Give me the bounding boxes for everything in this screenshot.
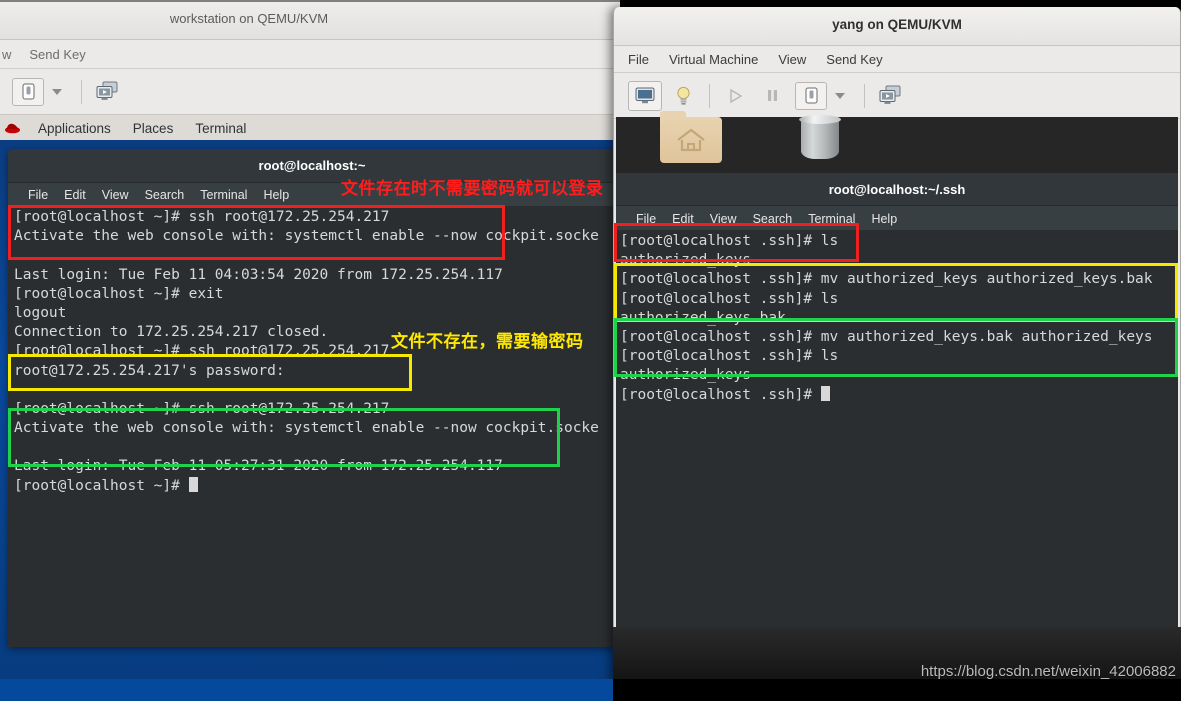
gnome-menu-places[interactable]: Places xyxy=(122,121,185,136)
toolbar-separator xyxy=(864,83,865,108)
menu-item-file[interactable]: File xyxy=(628,52,659,67)
console-toggle-icon[interactable] xyxy=(12,77,44,106)
right-vm-window: yang on QEMU/KVM File Virtual Machine Vi… xyxy=(613,7,1181,694)
lightbulb-icon[interactable] xyxy=(668,83,698,109)
terminal-line: [root@localhost ~]# ssh root@172.25.254.… xyxy=(14,400,390,417)
terminal-prompt-text: [root@localhost ~]# xyxy=(14,477,189,494)
trash-body xyxy=(801,119,839,159)
house-glyph-icon xyxy=(677,128,705,152)
terminal-menu-help[interactable]: Help xyxy=(255,188,297,202)
desktop-icons xyxy=(616,111,1178,177)
terminal-menu-view[interactable]: View xyxy=(702,212,745,226)
terminal-line: Activate the web console with: systemctl… xyxy=(14,420,599,437)
terminal-menu-terminal[interactable]: Terminal xyxy=(192,188,255,202)
play-icon xyxy=(721,83,749,109)
redhat-logo-icon xyxy=(0,121,27,137)
terminal-line: authorized_keys xyxy=(620,367,751,384)
terminal-menu-file[interactable]: File xyxy=(628,212,664,226)
gnome-menu-applications[interactable]: Applications xyxy=(27,121,122,136)
terminal-menu-edit[interactable]: Edit xyxy=(664,212,702,226)
right-terminal-output[interactable]: [root@localhost .ssh]# ls authorized_key… xyxy=(616,230,1178,688)
terminal-line: [root@localhost .ssh]# mv authorized_key… xyxy=(620,328,1153,345)
terminal-prompt-text: [root@localhost .ssh]# xyxy=(620,386,821,403)
terminal-menu-terminal[interactable]: Terminal xyxy=(800,212,863,226)
monitor-icon[interactable] xyxy=(628,80,662,111)
terminal-line: logout xyxy=(14,304,67,321)
menu-item-view-truncated[interactable]: w xyxy=(0,47,20,62)
home-folder-icon[interactable] xyxy=(660,111,722,163)
left-window-title: workstation on QEMU/KVM xyxy=(169,11,329,26)
terminal-prompt-line: [root@localhost .ssh]# xyxy=(620,385,1178,405)
right-window-title: yang on QEMU/KVM xyxy=(832,17,962,32)
terminal-menu-search[interactable]: Search xyxy=(745,212,801,226)
terminal-line: [root@localhost .ssh]# mv authorized_key… xyxy=(620,271,1153,288)
terminal-line: authorized_keys.bak xyxy=(620,309,786,326)
terminal-menu-view[interactable]: View xyxy=(94,188,137,202)
right-window-menubar: File Virtual Machine View Send Key xyxy=(614,46,1180,73)
terminal-menu-search[interactable]: Search xyxy=(137,188,193,202)
left-window-menubar: w Send Key xyxy=(0,40,620,69)
left-vm-window: workstation on QEMU/KVM w Send Key Appli… xyxy=(0,0,620,701)
desktop-bottom-strip xyxy=(0,679,613,701)
terminal-line: [root@localhost ~]# ssh root@172.25.254.… xyxy=(14,209,390,225)
terminal-line: [root@localhost .ssh]# ls xyxy=(620,290,839,307)
menu-item-send-key[interactable]: Send Key xyxy=(20,47,94,62)
right-guest-desktop: root@localhost:~/.ssh File Edit View Sea… xyxy=(616,111,1178,693)
annotation-note-yellow: 文件不存在，需要输密码 xyxy=(391,332,584,352)
terminal-prompt-line: [root@localhost ~]# xyxy=(14,476,616,496)
bottom-black-bar xyxy=(613,679,1181,701)
terminal-cursor xyxy=(820,385,830,401)
terminal-line: authorized_keys xyxy=(620,252,751,269)
toolbar-separator xyxy=(81,79,82,104)
left-terminal-window: root@localhost:~ File Edit View Search T… xyxy=(8,149,616,647)
multi-monitor-icon[interactable] xyxy=(93,79,123,105)
guest-gnome-panel: Applications Places Terminal xyxy=(0,115,620,143)
power-toggle-icon[interactable] xyxy=(795,81,827,110)
terminal-menu-edit[interactable]: Edit xyxy=(56,188,94,202)
left-window-titlebar[interactable]: workstation on QEMU/KVM xyxy=(0,2,620,40)
right-terminal-menubar: File Edit View Search Terminal Help xyxy=(616,206,1178,231)
terminal-line: [root@localhost .ssh]# ls xyxy=(620,233,839,249)
menu-item-virtual-machine[interactable]: Virtual Machine xyxy=(659,52,768,67)
terminal-cursor xyxy=(188,476,198,492)
right-window-toolbar xyxy=(614,73,1180,119)
right-terminal-title: root@localhost:~/.ssh xyxy=(616,173,1178,206)
terminal-line: [root@localhost ~]# exit xyxy=(14,285,224,302)
trash-can-icon[interactable] xyxy=(799,113,841,161)
watermark-text: https://blog.csdn.net/weixin_42006882 xyxy=(920,663,1176,680)
right-terminal-window: root@localhost:~/.ssh File Edit View Sea… xyxy=(616,173,1178,688)
left-terminal-output[interactable]: [root@localhost ~]# ssh root@172.25.254.… xyxy=(8,206,616,647)
terminal-line: Activate the web console with: systemctl… xyxy=(14,228,599,245)
multi-monitor-icon[interactable] xyxy=(876,83,906,109)
terminal-line: [root@localhost .ssh]# ls xyxy=(620,348,839,365)
terminal-menu-file[interactable]: File xyxy=(20,188,56,202)
trash-lid xyxy=(799,115,841,124)
left-window-toolbar xyxy=(0,69,620,115)
toolbar-separator xyxy=(709,83,710,108)
pause-icon xyxy=(757,83,787,109)
menu-item-send-key[interactable]: Send Key xyxy=(816,52,892,67)
gnome-menu-terminal[interactable]: Terminal xyxy=(184,121,257,136)
terminal-line: Last login: Tue Feb 11 05:27:31 2020 fro… xyxy=(14,458,503,475)
right-window-titlebar[interactable]: yang on QEMU/KVM xyxy=(614,7,1180,46)
terminal-line: Last login: Tue Feb 11 04:03:54 2020 fro… xyxy=(14,266,503,283)
terminal-line: root@172.25.254.217's password: xyxy=(14,362,285,379)
left-guest-desktop: root@localhost:~ File Edit View Search T… xyxy=(0,140,620,701)
chevron-down-icon[interactable] xyxy=(827,83,853,109)
chevron-down-icon[interactable] xyxy=(44,79,70,105)
menu-item-view[interactable]: View xyxy=(768,52,816,67)
annotation-note-red: 文件存在时不需要密码就可以登录 xyxy=(341,179,604,199)
terminal-menu-help[interactable]: Help xyxy=(863,212,905,226)
